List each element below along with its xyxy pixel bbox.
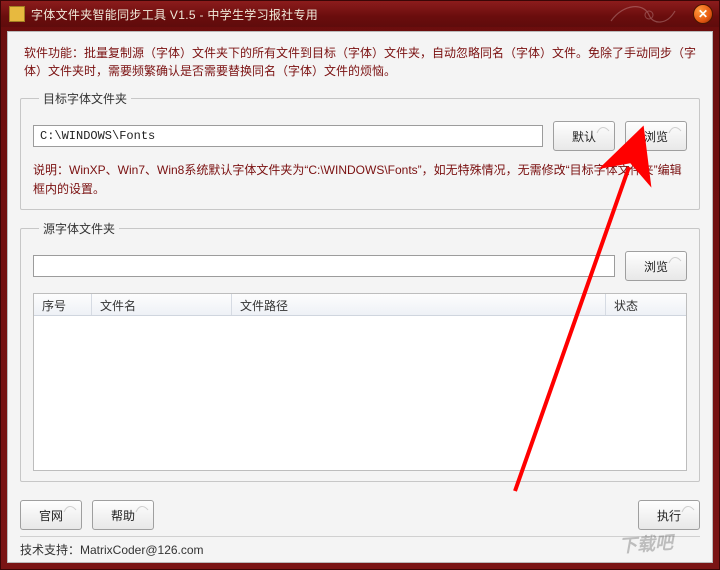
button-ornament-icon (668, 255, 682, 265)
source-browse-button[interactable]: 浏览 (625, 251, 687, 281)
col-header-status[interactable]: 状态 (606, 294, 686, 315)
col-header-index[interactable]: 序号 (34, 294, 92, 315)
folder-icon (9, 6, 25, 22)
button-ornament-icon (63, 504, 77, 514)
description-text: 软件功能：批量复制源（字体）文件夹下的所有文件到目标（字体）文件夹，自动忽略同名… (24, 44, 696, 80)
execute-button[interactable]: 执行 (638, 500, 700, 530)
col-header-name[interactable]: 文件名 (92, 294, 232, 315)
list-body (34, 316, 686, 470)
target-browse-button[interactable]: 浏览 (625, 121, 687, 151)
website-button[interactable]: 官网 (20, 500, 82, 530)
titlebar-ornament (609, 1, 679, 27)
close-button[interactable]: ✕ (693, 4, 713, 24)
app-window: 字体文件夹智能同步工具 V1.5 - 中学生学习报社专用 ✕ 软件功能：批量复制… (0, 0, 720, 570)
footer-buttons: 官网 帮助 执行 (20, 492, 700, 536)
list-header: 序号 文件名 文件路径 状态 (34, 294, 686, 316)
source-path-input[interactable] (33, 255, 615, 277)
title-bar[interactable]: 字体文件夹智能同步工具 V1.5 - 中学生学习报社专用 ✕ (1, 1, 719, 27)
status-text: 技术支持：MatrixCoder@126.com (20, 543, 204, 557)
file-list[interactable]: 序号 文件名 文件路径 状态 (33, 293, 687, 471)
source-folder-group: 源字体文件夹 浏览 序号 文件名 文件路径 状态 (20, 220, 700, 482)
close-icon: ✕ (698, 7, 708, 21)
website-button-label: 官网 (39, 509, 63, 523)
window-title: 字体文件夹智能同步工具 V1.5 - 中学生学习报社专用 (31, 6, 318, 23)
source-browse-label: 浏览 (644, 260, 668, 274)
button-ornament-icon (681, 504, 695, 514)
button-ornament-icon (135, 504, 149, 514)
status-bar: 技术支持：MatrixCoder@126.com (20, 536, 700, 558)
button-ornament-icon (596, 125, 610, 135)
target-folder-group: 目标字体文件夹 默认 浏览 说明：WinXP、Win7、Win8系统默认字体文件… (20, 90, 700, 210)
execute-button-label: 执行 (657, 509, 681, 523)
target-explain-text: 说明：WinXP、Win7、Win8系统默认字体文件夹为“C:\WINDOWS\… (33, 161, 687, 199)
source-folder-legend: 源字体文件夹 (39, 220, 119, 237)
default-button[interactable]: 默认 (553, 121, 615, 151)
col-header-path[interactable]: 文件路径 (232, 294, 606, 315)
default-button-label: 默认 (572, 130, 596, 144)
client-area: 软件功能：批量复制源（字体）文件夹下的所有文件到目标（字体）文件夹，自动忽略同名… (7, 31, 713, 563)
target-browse-label: 浏览 (644, 130, 668, 144)
button-ornament-icon (668, 125, 682, 135)
help-button[interactable]: 帮助 (92, 500, 154, 530)
target-path-input[interactable] (33, 125, 543, 147)
help-button-label: 帮助 (111, 509, 135, 523)
target-folder-legend: 目标字体文件夹 (39, 90, 131, 107)
